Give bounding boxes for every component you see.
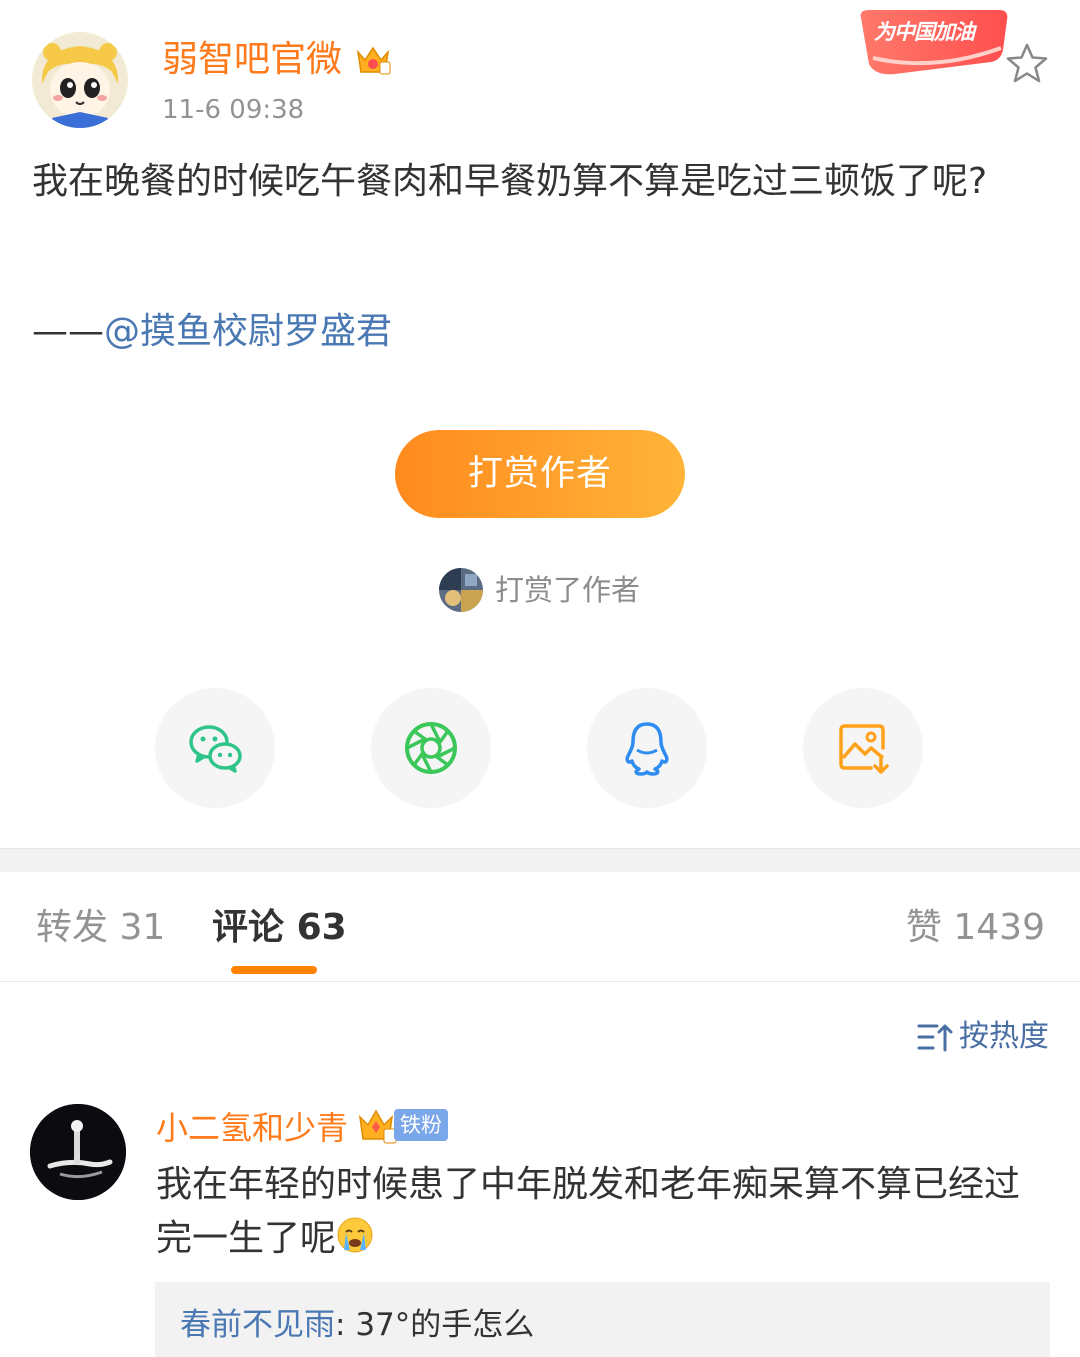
wechat-icon [189, 725, 242, 773]
moments-icon [405, 722, 457, 774]
post-signature: ——@摸鱼校尉罗盛君 [32, 306, 392, 358]
comment-body: 我在年轻的时候患了中年脱发和老年痴呆算不算已经过完一生了呢 [156, 1164, 1021, 1259]
tab-repost-label: 转发 [36, 907, 109, 948]
sort-icon [917, 1024, 953, 1052]
save-image-button[interactable] [803, 688, 923, 808]
tabs-divider [0, 981, 1080, 982]
qq-icon [625, 722, 669, 776]
event-banner-text: 为中国加油 [874, 20, 975, 44]
reply-preview-line[interactable]: 春前不见雨: 37°的手怎么 [180, 1304, 534, 1346]
favorite-star-icon[interactable] [1003, 40, 1051, 88]
tab-comment-count: 63 [296, 907, 347, 948]
section-divider [0, 848, 1080, 872]
rewarder-avatar[interactable] [439, 568, 483, 612]
save-image-icon [839, 724, 889, 774]
tab-like-label: 赞 [905, 907, 942, 948]
tab-like-count: 1439 [953, 907, 1045, 948]
author-avatar[interactable] [32, 32, 128, 128]
signature-dash: —— [32, 311, 104, 352]
mention-link[interactable]: @摸鱼校尉罗盛君 [104, 311, 392, 352]
comment-text: 我在年轻的时候患了中年脱发和老年痴呆算不算已经过完一生了呢 [156, 1158, 1046, 1266]
share-wechat-button[interactable] [155, 688, 275, 808]
commenter-avatar[interactable] [30, 1104, 126, 1200]
reply-user[interactable]: 春前不见雨 [180, 1307, 335, 1343]
commenter-name[interactable]: 小二氢和少青 [156, 1106, 348, 1150]
share-moments-button[interactable] [371, 688, 491, 808]
vip-crown-icon [356, 1105, 398, 1145]
vip-crown-icon [354, 42, 392, 78]
reward-note: 打赏了作者 [495, 573, 641, 607]
active-tab-indicator [231, 966, 317, 974]
iron-fan-badge: 铁粉 [394, 1109, 448, 1141]
author-name[interactable]: 弱智吧官微 [162, 38, 342, 82]
sort-label: 按热度 [959, 1019, 1049, 1054]
reply-separator: : [335, 1307, 356, 1343]
share-qq-button[interactable] [587, 688, 707, 808]
tab-like[interactable]: 赞 1439 [906, 905, 1045, 951]
tab-repost-count: 31 [119, 907, 166, 948]
tab-comment-label: 评论 [212, 907, 285, 948]
sort-by-hot-button[interactable]: 按热度 [917, 1018, 1049, 1056]
post-time: 11-6 09:38 [162, 95, 305, 125]
tab-repost[interactable]: 转发 31 [36, 905, 165, 951]
reply-text: 37°的手怎么 [355, 1307, 535, 1343]
post-text: 我在晚餐的时候吃午餐肉和早餐奶算不算是吃过三顿饭了呢? [32, 161, 988, 202]
crying-face-icon [337, 1217, 373, 1253]
tab-comment[interactable]: 评论 63 [212, 905, 347, 951]
reward-author-button[interactable]: 打赏作者 [395, 430, 685, 518]
